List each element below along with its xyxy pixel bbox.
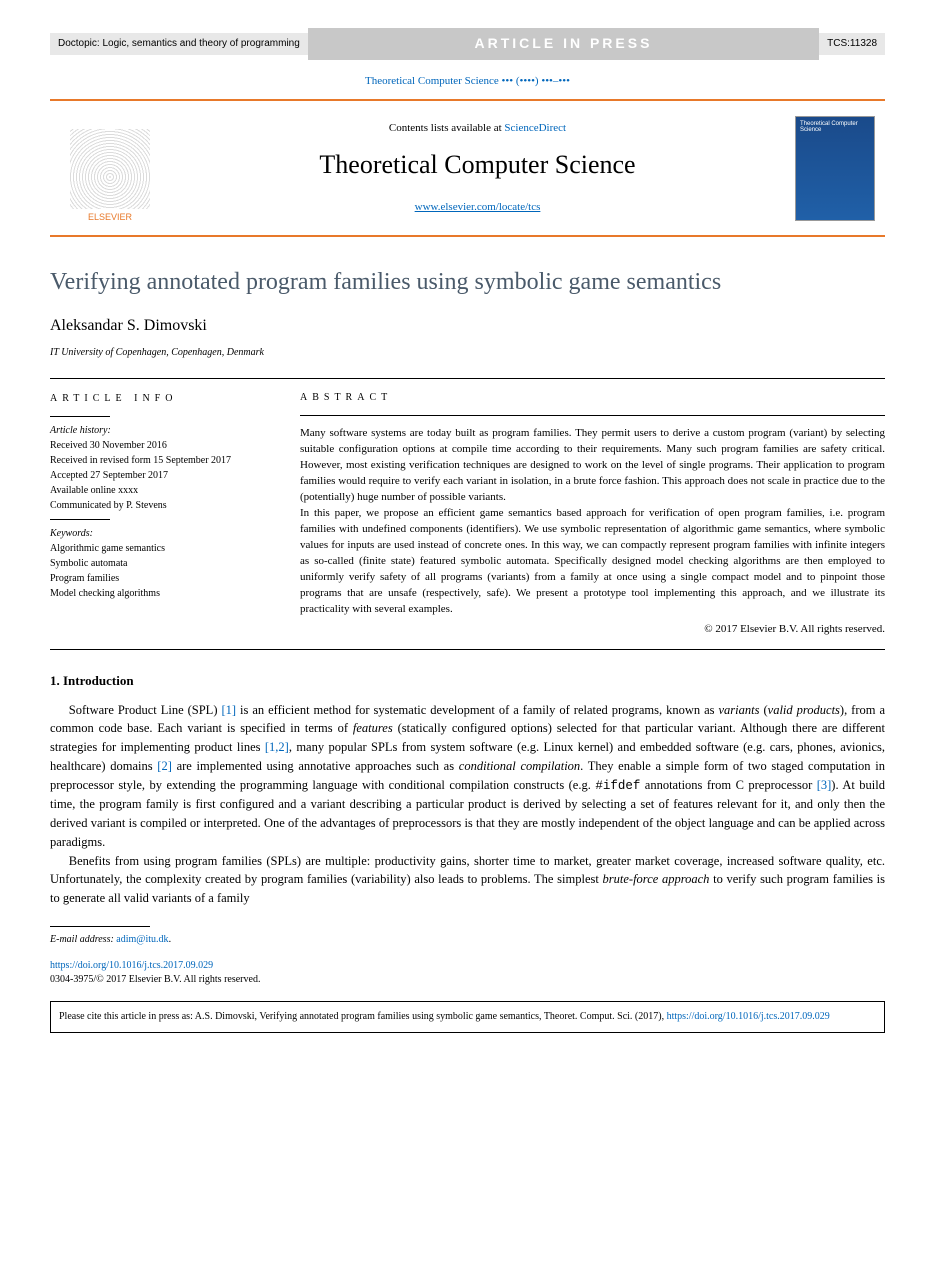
journal-header: ELSEVIER Contents lists available at Sci… (50, 105, 885, 231)
abstract-paragraph: Many software systems are today built as… (300, 426, 885, 506)
email-line: E-mail address: adim@itu.dk. (50, 933, 885, 947)
citation-doi-link[interactable]: https://doi.org/10.1016/j.tcs.2017.09.02… (667, 1011, 830, 1022)
received-date: Received 30 November 2016 (50, 440, 167, 451)
revised-date: Received in revised form 15 September 20… (50, 455, 231, 466)
doi-block: https://doi.org/10.1016/j.tcs.2017.09.02… (50, 959, 885, 987)
elsevier-logo: ELSEVIER (60, 113, 160, 223)
tcs-id: TCS:11328 (819, 33, 885, 55)
info-abstract-row: article info Article history: Received 3… (50, 379, 885, 650)
divider (50, 235, 885, 237)
keyword: Symbolic automata (50, 558, 128, 569)
article-info-heading: article info (50, 391, 270, 406)
author-name: Aleksandar S. Dimovski (50, 315, 885, 337)
abstract: abstract Many software systems are today… (300, 391, 885, 638)
journal-reference: Theoretical Computer Science ••• (••••) … (50, 68, 885, 95)
contents-line: Contents lists available at ScienceDirec… (180, 121, 775, 136)
copyright-line: 0304-3975/© 2017 Elsevier B.V. All right… (50, 974, 260, 985)
citation-link[interactable]: [1] (221, 703, 236, 717)
divider (50, 416, 110, 417)
body-paragraph: Benefits from using program families (SP… (50, 852, 885, 908)
journal-homepage-link[interactable]: www.elsevier.com/locate/tcs (415, 201, 541, 213)
citation-link[interactable]: [2] (157, 759, 172, 773)
communicated-by: Communicated by P. Stevens (50, 500, 167, 511)
cover-title: Theoretical Computer Science (800, 121, 870, 133)
header-center: Contents lists available at ScienceDirec… (180, 121, 775, 215)
history-label: Article history: (50, 425, 111, 436)
journal-title: Theoretical Computer Science (180, 147, 775, 183)
keyword: Program families (50, 573, 119, 584)
divider (50, 649, 885, 650)
article-title: Verifying annotated program families usi… (50, 267, 885, 297)
journal-cover-thumbnail: Theoretical Computer Science (795, 116, 875, 221)
sciencedirect-link[interactable]: ScienceDirect (504, 122, 566, 134)
article-info: article info Article history: Received 3… (50, 391, 270, 638)
email-label: E-mail address: (50, 934, 114, 945)
citation-text: Please cite this article in press as: A.… (59, 1011, 667, 1022)
publisher-name: ELSEVIER (88, 211, 132, 224)
page: Doctopic: Logic, semantics and theory of… (0, 0, 935, 1053)
abstract-paragraph: In this paper, we propose an efficient g… (300, 506, 885, 618)
citation-link[interactable]: [3] (817, 778, 832, 792)
divider (300, 415, 885, 416)
online-date: Available online xxxx (50, 485, 138, 496)
divider (50, 99, 885, 101)
keyword: Model checking algorithms (50, 588, 160, 599)
citation-box: Please cite this article in press as: A.… (50, 1001, 885, 1033)
author-email-link[interactable]: adim@itu.dk (116, 934, 168, 945)
doctopic-label: Doctopic: Logic, semantics and theory of… (50, 33, 308, 55)
top-bar: Doctopic: Logic, semantics and theory of… (50, 30, 885, 58)
article-body: 1. Introduction Software Product Line (S… (50, 672, 885, 907)
accepted-date: Accepted 27 September 2017 (50, 470, 168, 481)
elsevier-tree-icon (70, 129, 150, 209)
doi-link[interactable]: https://doi.org/10.1016/j.tcs.2017.09.02… (50, 960, 213, 971)
abstract-copyright: © 2017 Elsevier B.V. All rights reserved… (300, 622, 885, 638)
abstract-heading: abstract (300, 391, 885, 406)
keyword: Algorithmic game semantics (50, 543, 165, 554)
article-in-press-banner: ARTICLE IN PRESS (308, 28, 819, 60)
footnote-separator (50, 926, 150, 927)
citation-link[interactable]: [1,2] (265, 740, 289, 754)
body-paragraph: Software Product Line (SPL) [1] is an ef… (50, 701, 885, 852)
keywords-label: Keywords: (50, 528, 93, 539)
divider (50, 519, 110, 520)
section-heading: 1. Introduction (50, 672, 885, 690)
author-affiliation: IT University of Copenhagen, Copenhagen,… (50, 346, 885, 360)
